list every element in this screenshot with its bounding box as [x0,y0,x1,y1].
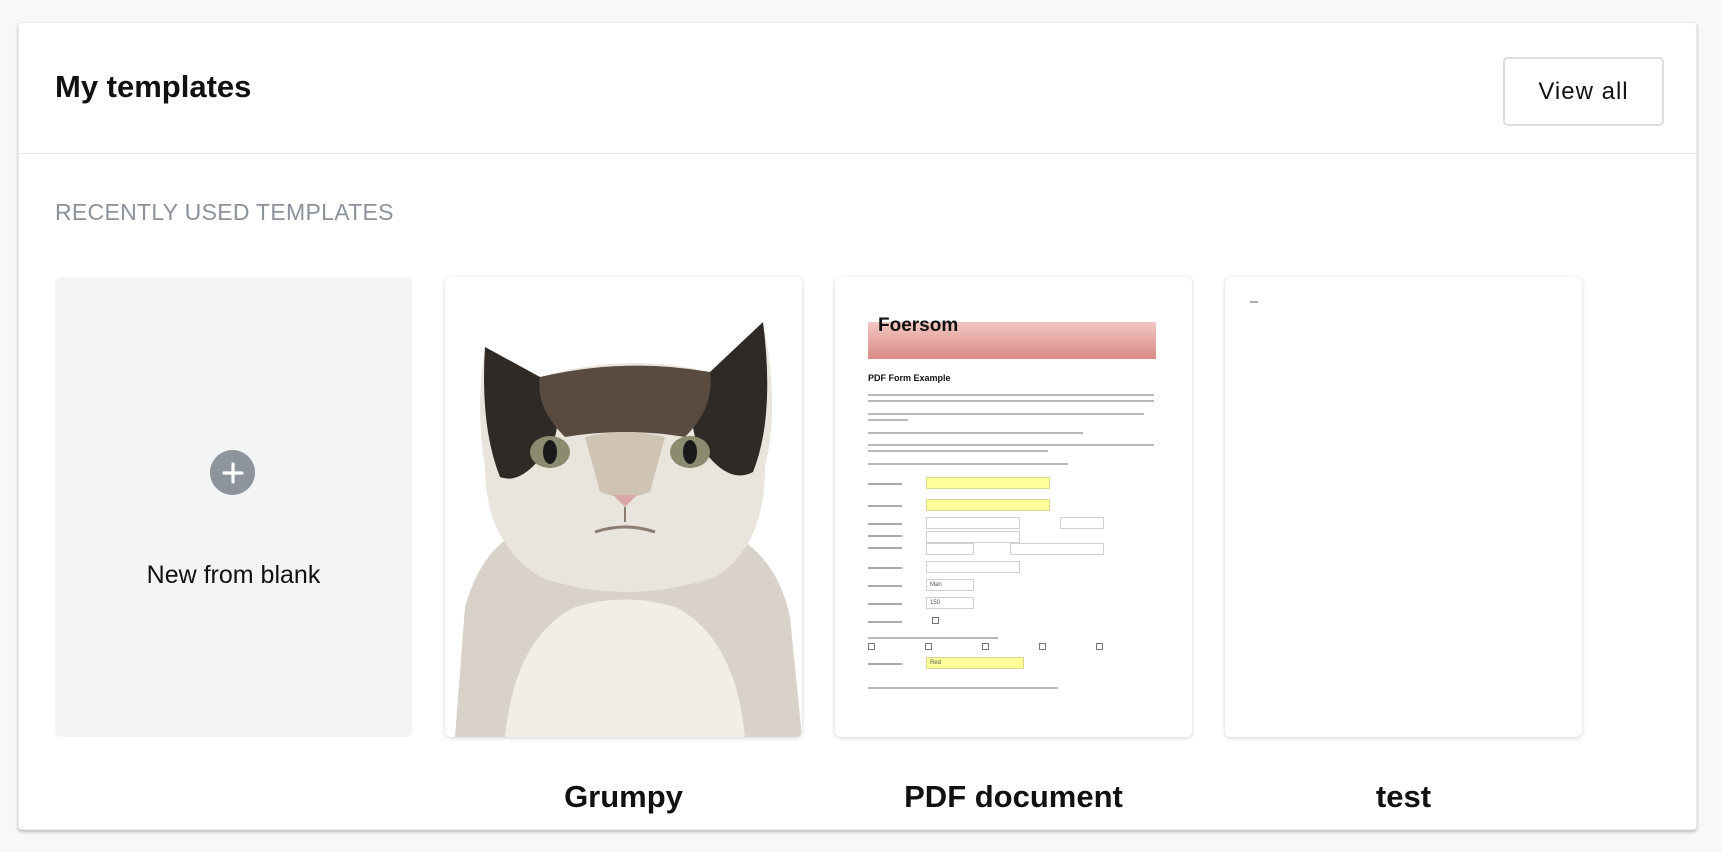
template-thumbnail-pdf-document[interactable]: Foersom PDF Form Example Man 150 Red [835,277,1192,737]
pdf-text-line [868,444,1154,446]
pdf-field-label [868,603,902,605]
pdf-checkbox [925,643,932,650]
pdf-field [926,499,1050,511]
pdf-field-label [868,547,902,549]
new-from-blank-tile[interactable]: New from blank [55,277,412,737]
pdf-heading: PDF Form Example [868,373,951,383]
pdf-field [926,531,1020,543]
pdf-field [1060,517,1104,529]
pdf-text-line [868,400,1154,402]
page-title: My templates [55,69,252,104]
plus-icon [210,450,255,495]
template-name-test[interactable]: test [1225,779,1582,815]
pdf-field-label [868,483,902,485]
pdf-field-value: Man [930,582,942,588]
pdf-text-line [868,413,1144,415]
new-from-blank-label: New from blank [146,561,321,589]
pdf-field-label [868,585,902,587]
pdf-text-line [868,637,998,639]
pdf-logo: Foersom [878,315,959,336]
my-templates-card: My templates View all RECENTLY USED TEMP… [18,22,1697,830]
pdf-field [926,561,1020,573]
card-header: My templates View all [19,23,1696,154]
pdf-checkbox [1039,643,1046,650]
pdf-text-line [868,432,1083,434]
pdf-form-preview: Foersom PDF Form Example Man 150 Red [835,277,1192,737]
pdf-checkbox [868,643,875,650]
pdf-field-label [868,567,902,569]
pdf-field-label [868,523,902,525]
pdf-field-label [868,663,902,665]
pdf-text-line [868,687,1058,689]
pdf-field [926,477,1050,489]
pdf-text-line [868,394,1154,396]
pdf-checkbox [1096,643,1103,650]
grumpy-cat-image [445,277,802,737]
pdf-field [926,517,1020,529]
section-label: RECENTLY USED TEMPLATES [55,199,394,225]
pdf-checkbox [932,617,939,624]
pdf-text-line [868,450,1048,452]
pdf-field-label [868,535,902,537]
template-thumbnail-grumpy[interactable] [445,277,802,737]
pdf-field-label [868,505,902,507]
pdf-field: 150 [926,597,974,609]
pdf-field [1010,543,1104,555]
pdf-field-value: Red [930,660,942,666]
template-name-grumpy[interactable]: Grumpy [445,779,802,815]
pdf-field-value: 150 [930,600,941,606]
pdf-field: Red [926,657,1024,669]
template-name-pdf-document[interactable]: PDF document [835,779,1192,815]
pdf-field: Man [926,579,974,591]
view-all-button[interactable]: View all [1503,57,1664,126]
pdf-text-line [868,463,1068,465]
pdf-text-line [868,419,908,421]
pdf-field-label [868,621,902,623]
template-thumbnail-test[interactable] [1225,277,1582,737]
pdf-checkbox [982,643,989,650]
blank-page-mark [1250,301,1258,303]
pdf-field [926,543,974,555]
